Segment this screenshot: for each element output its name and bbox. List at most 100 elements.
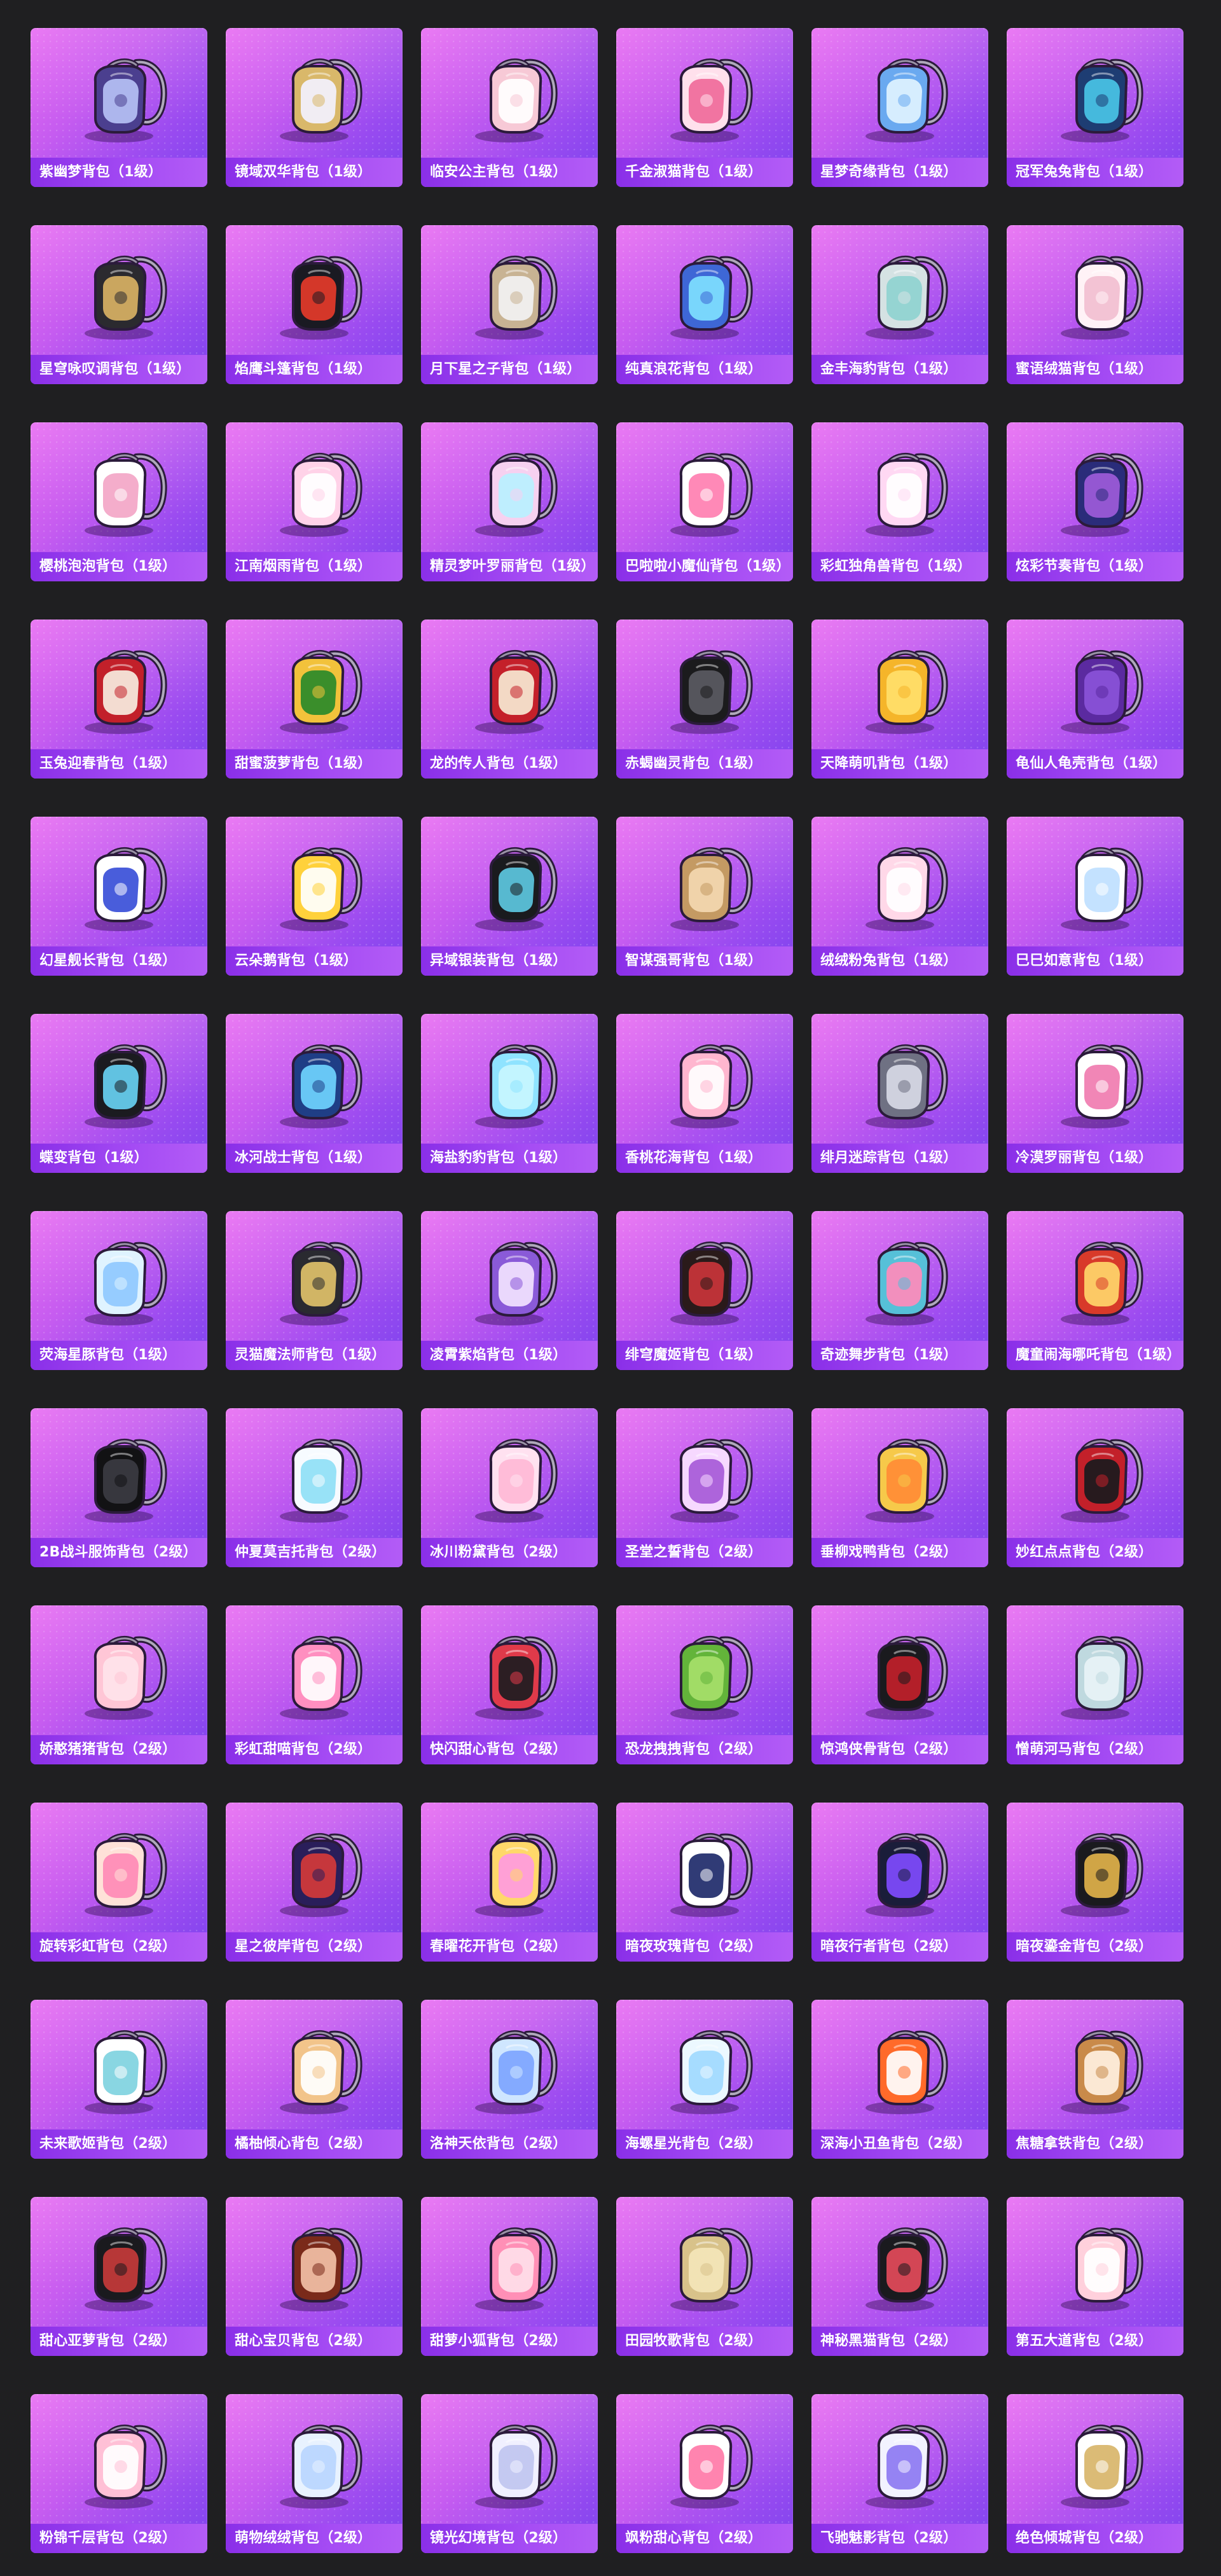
backpack-card[interactable]: 暗夜行者背包（2级） xyxy=(811,1803,988,1962)
backpack-card[interactable]: 2B战斗服饰背包（2级） xyxy=(31,1408,207,1567)
backpack-image xyxy=(254,626,375,739)
backpack-card[interactable]: 奇迹舞步背包（1级） xyxy=(811,1211,988,1370)
backpack-card[interactable]: 巳巳如意背包（1级） xyxy=(1007,817,1183,976)
backpack-card[interactable]: 萌物绒绒背包（2级） xyxy=(226,2394,403,2553)
backpack-image xyxy=(449,2006,570,2119)
backpack-card[interactable]: 樱桃泡泡背包（1级） xyxy=(31,422,207,581)
backpack-card[interactable]: 绯穹魔姬背包（1级） xyxy=(616,1211,793,1370)
backpack-card[interactable]: 镜域双华背包（1级） xyxy=(226,28,403,187)
backpack-image xyxy=(254,429,375,542)
backpack-card[interactable]: 金丰海豹背包（1级） xyxy=(811,225,988,384)
backpack-card[interactable]: 蝶变背包（1级） xyxy=(31,1014,207,1173)
backpack-card[interactable]: 月下星之子背包（1级） xyxy=(421,225,598,384)
backpack-card[interactable]: 炫彩节奏背包（1级） xyxy=(1007,422,1183,581)
backpack-card[interactable]: 飒粉甜心背包（2级） xyxy=(616,2394,793,2553)
backpack-name: 江南烟雨背包（1级） xyxy=(226,552,403,581)
backpack-card[interactable]: 甜心亚萝背包（2级） xyxy=(31,2197,207,2356)
backpack-card[interactable]: 甜蜜菠萝背包（1级） xyxy=(226,620,403,779)
backpack-card[interactable]: 魔童闹海哪吒背包（1级） xyxy=(1007,1211,1183,1370)
backpack-card[interactable]: 暗夜玫瑰背包（2级） xyxy=(616,1803,793,1962)
backpack-name: 奇迹舞步背包（1级） xyxy=(811,1341,988,1370)
backpack-card[interactable]: 旋转彩虹背包（2级） xyxy=(31,1803,207,1962)
backpack-image xyxy=(254,1809,375,1922)
backpack-image xyxy=(644,2400,765,2514)
backpack-card[interactable]: 恐龙拽拽背包（2级） xyxy=(616,1605,793,1764)
backpack-card[interactable]: 海盐豹豹背包（1级） xyxy=(421,1014,598,1173)
backpack-card[interactable]: 圣堂之誓背包（2级） xyxy=(616,1408,793,1567)
backpack-card[interactable]: 紫幽梦背包（1级） xyxy=(31,28,207,187)
backpack-card[interactable]: 巴啦啦小魔仙背包（1级） xyxy=(616,422,793,581)
backpack-card[interactable]: 快闪甜心背包（2级） xyxy=(421,1605,598,1764)
backpack-card[interactable]: 江南烟雨背包（1级） xyxy=(226,422,403,581)
backpack-card[interactable]: 幻星舰长背包（1级） xyxy=(31,817,207,976)
backpack-card[interactable]: 凌霄紫焰背包（1级） xyxy=(421,1211,598,1370)
backpack-card[interactable]: 飞驰魅影背包（2级） xyxy=(811,2394,988,2553)
backpack-card[interactable]: 异域银装背包（1级） xyxy=(421,817,598,976)
backpack-card[interactable]: 妙红点点背包（2级） xyxy=(1007,1408,1183,1567)
backpack-card[interactable]: 冰川粉黛背包（2级） xyxy=(421,1408,598,1567)
backpack-name: 冷漠罗丽背包（1级） xyxy=(1007,1144,1183,1173)
backpack-image xyxy=(1035,823,1155,936)
backpack-card[interactable]: 冷漠罗丽背包（1级） xyxy=(1007,1014,1183,1173)
backpack-card[interactable]: 第五大道背包（2级） xyxy=(1007,2197,1183,2356)
backpack-image xyxy=(644,626,765,739)
backpack-card[interactable]: 镜光幻境背包（2级） xyxy=(421,2394,598,2553)
backpack-card[interactable]: 垂柳戏鸭背包（2级） xyxy=(811,1408,988,1567)
backpack-card[interactable]: 龟仙人龟壳背包（1级） xyxy=(1007,620,1183,779)
backpack-card[interactable]: 彩虹甜喵背包（2级） xyxy=(226,1605,403,1764)
backpack-card[interactable]: 暗夜鎏金背包（2级） xyxy=(1007,1803,1183,1962)
backpack-card[interactable]: 彩虹独角兽背包（1级） xyxy=(811,422,988,581)
backpack-card[interactable]: 深海小丑鱼背包（2级） xyxy=(811,2000,988,2159)
backpack-card[interactable]: 千金淑猫背包（1级） xyxy=(616,28,793,187)
backpack-card[interactable]: 田园牧歌背包（2级） xyxy=(616,2197,793,2356)
backpack-card[interactable]: 惊鸿侠骨背包（2级） xyxy=(811,1605,988,1764)
backpack-name: 蜜语绒猫背包（1级） xyxy=(1007,355,1183,384)
backpack-card[interactable]: 娇憨猪猪背包（2级） xyxy=(31,1605,207,1764)
backpack-card[interactable]: 精灵梦叶罗丽背包（1级） xyxy=(421,422,598,581)
backpack-card[interactable]: 憎萌河马背包（2级） xyxy=(1007,1605,1183,1764)
backpack-card[interactable]: 绝色倾城背包（2级） xyxy=(1007,2394,1183,2553)
backpack-card[interactable]: 神秘黑猫背包（2级） xyxy=(811,2197,988,2356)
backpack-card[interactable]: 甜萝小狐背包（2级） xyxy=(421,2197,598,2356)
backpack-image xyxy=(59,2203,179,2316)
backpack-name: 第五大道背包（2级） xyxy=(1007,2327,1183,2356)
backpack-card[interactable]: 仲夏莫吉托背包（2级） xyxy=(226,1408,403,1567)
backpack-card[interactable]: 云朵鹅背包（1级） xyxy=(226,817,403,976)
backpack-card[interactable]: 临安公主背包（1级） xyxy=(421,28,598,187)
backpack-card[interactable]: 星穹咏叹调背包（1级） xyxy=(31,225,207,384)
backpack-card[interactable]: 洛神天依背包（2级） xyxy=(421,2000,598,2159)
backpack-card[interactable]: 玉兔迎春背包（1级） xyxy=(31,620,207,779)
backpack-card[interactable]: 海螺星光背包（2级） xyxy=(616,2000,793,2159)
backpack-card[interactable]: 荧海星豚背包（1级） xyxy=(31,1211,207,1370)
backpack-card[interactable]: 焦糖拿铁背包（2级） xyxy=(1007,2000,1183,2159)
backpack-card[interactable]: 智谋强哥背包（1级） xyxy=(616,817,793,976)
backpack-card[interactable]: 星梦奇缘背包（1级） xyxy=(811,28,988,187)
backpack-name: 垂柳戏鸭背包（2级） xyxy=(811,1538,988,1567)
backpack-card[interactable]: 绒绒粉兔背包（1级） xyxy=(811,817,988,976)
backpack-card[interactable]: 粉锦千层背包（2级） xyxy=(31,2394,207,2553)
backpack-card[interactable]: 香桃花海背包（1级） xyxy=(616,1014,793,1173)
backpack-card[interactable]: 蜜语绒猫背包（1级） xyxy=(1007,225,1183,384)
backpack-card[interactable]: 星之彼岸背包（2级） xyxy=(226,1803,403,1962)
backpack-card[interactable]: 春曜花开背包（2级） xyxy=(421,1803,598,1962)
backpack-image xyxy=(839,2400,960,2514)
backpack-image xyxy=(59,429,179,542)
backpack-name: 金丰海豹背包（1级） xyxy=(811,355,988,384)
backpack-card[interactable]: 纯真浪花背包（1级） xyxy=(616,225,793,384)
backpack-card[interactable]: 冰河战士背包（1级） xyxy=(226,1014,403,1173)
backpack-card[interactable]: 未来歌姬背包（2级） xyxy=(31,2000,207,2159)
backpack-name: 娇憨猪猪背包（2级） xyxy=(31,1735,207,1764)
backpack-name: 异域银装背包（1级） xyxy=(421,946,598,976)
backpack-card[interactable]: 龙的传人背包（1级） xyxy=(421,620,598,779)
backpack-card[interactable]: 橘柚倾心背包（2级） xyxy=(226,2000,403,2159)
backpack-card[interactable]: 绯月迷踪背包（1级） xyxy=(811,1014,988,1173)
backpack-card[interactable]: 天降萌叽背包（1级） xyxy=(811,620,988,779)
backpack-name: 惊鸿侠骨背包（2级） xyxy=(811,1735,988,1764)
backpack-name: 甜心亚萝背包（2级） xyxy=(31,2327,207,2356)
backpack-card[interactable]: 焰鹰斗篷背包（1级） xyxy=(226,225,403,384)
backpack-name: 神秘黑猫背包（2级） xyxy=(811,2327,988,2356)
backpack-card[interactable]: 甜心宝贝背包（2级） xyxy=(226,2197,403,2356)
backpack-card[interactable]: 赤蝎幽灵背包（1级） xyxy=(616,620,793,779)
backpack-card[interactable]: 冠军兔兔背包（1级） xyxy=(1007,28,1183,187)
backpack-card[interactable]: 灵猫魔法师背包（1级） xyxy=(226,1211,403,1370)
